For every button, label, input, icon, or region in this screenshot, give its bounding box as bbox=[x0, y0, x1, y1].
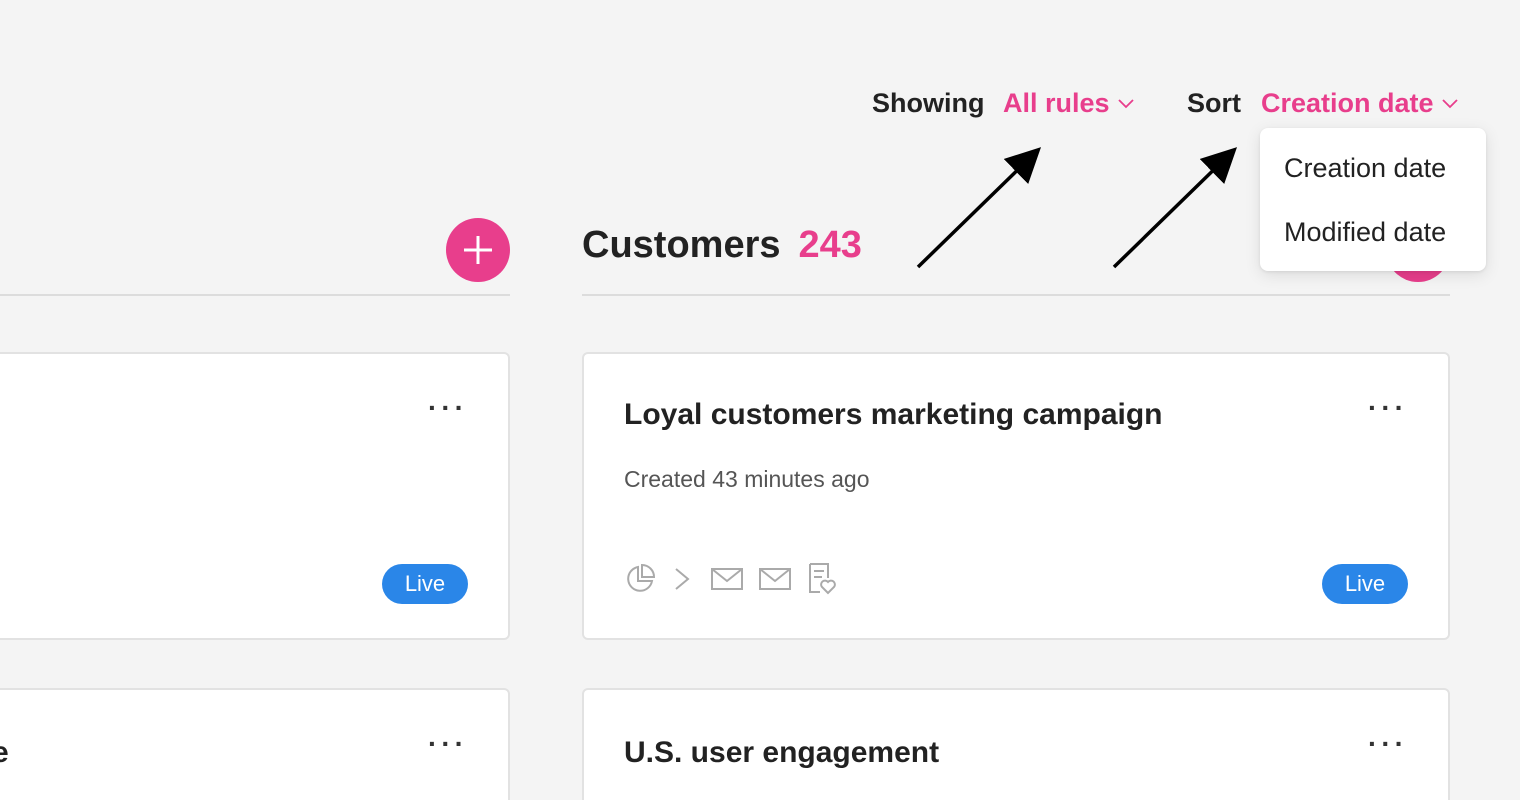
rule-card[interactable]: U.S. user engagement ··· bbox=[582, 688, 1450, 800]
sort-label: Sort bbox=[1187, 88, 1241, 118]
plus-icon bbox=[464, 236, 492, 264]
customers-title: Customers bbox=[582, 224, 781, 266]
add-rule-button[interactable] bbox=[446, 218, 510, 282]
column-divider bbox=[0, 294, 510, 296]
pie-chart-icon bbox=[627, 563, 656, 592]
sort-dropdown[interactable]: Creation date bbox=[1261, 88, 1458, 119]
more-options-button[interactable]: ··· bbox=[428, 394, 468, 422]
rule-card[interactable]: Loyal customers marketing campaign Creat… bbox=[582, 352, 1450, 640]
more-options-button[interactable]: ··· bbox=[1368, 394, 1408, 422]
sort-dropdown-menu: Creation date Modified date bbox=[1260, 128, 1486, 271]
column-title: Customers 243 bbox=[582, 224, 862, 267]
rule-card[interactable]: ··· Live bbox=[0, 352, 510, 640]
card-title: Loyal customers marketing campaign bbox=[624, 398, 1163, 431]
card-created-time: Created 43 minutes ago bbox=[624, 466, 870, 492]
more-options-button[interactable]: ··· bbox=[1368, 730, 1408, 758]
rule-card[interactable]: ··· e bbox=[0, 688, 510, 800]
card-action-icons bbox=[624, 562, 838, 596]
survey-heart-icon bbox=[809, 563, 836, 595]
mail-icon bbox=[759, 568, 791, 590]
status-badge: Live bbox=[1322, 564, 1408, 604]
column-divider bbox=[582, 294, 1450, 296]
chevron-down-icon bbox=[1117, 98, 1134, 108]
card-title-partial: e bbox=[0, 736, 9, 769]
customers-count: 243 bbox=[798, 224, 862, 266]
more-options-button[interactable]: ··· bbox=[428, 730, 468, 758]
chevron-down-icon bbox=[1441, 98, 1458, 108]
showing-dropdown[interactable]: All rules bbox=[1003, 88, 1134, 119]
chevron-right-icon bbox=[675, 568, 690, 590]
status-badge: Live bbox=[382, 564, 468, 604]
sort-option-modified-date[interactable]: Modified date bbox=[1260, 212, 1486, 276]
sort-option-creation-date[interactable]: Creation date bbox=[1260, 148, 1486, 212]
showing-value: All rules bbox=[1003, 88, 1110, 118]
arrow-to-sort bbox=[1112, 147, 1238, 269]
showing-label: Showing bbox=[872, 88, 985, 118]
mail-icon bbox=[711, 568, 743, 590]
arrow-to-showing bbox=[916, 147, 1042, 269]
card-title: U.S. user engagement bbox=[624, 736, 940, 769]
sort-value: Creation date bbox=[1261, 88, 1434, 118]
